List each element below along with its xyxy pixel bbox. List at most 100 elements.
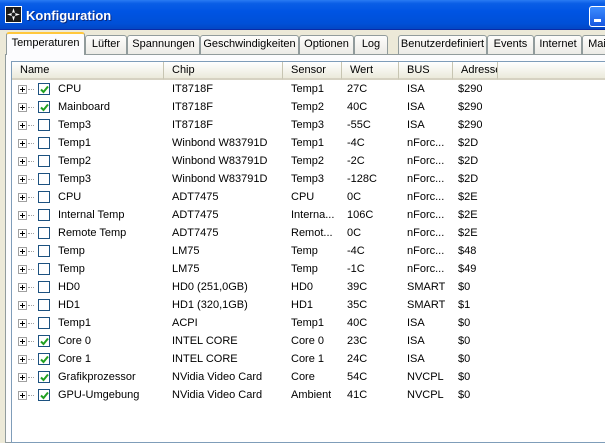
chip-cell: IT8718F bbox=[172, 83, 213, 95]
column-header-name[interactable]: Name bbox=[12, 62, 164, 80]
expand-icon[interactable] bbox=[18, 337, 27, 346]
sensor-checkbox[interactable] bbox=[38, 317, 50, 329]
column-header-bus[interactable]: BUS bbox=[399, 62, 453, 80]
table-row[interactable]: HD1 HD1 (320,1GB) HD1 35C SMART $1 bbox=[12, 296, 605, 314]
table-row[interactable]: Mainboard IT8718F Temp2 40C ISA $290 bbox=[12, 98, 605, 116]
table-row[interactable]: Temp1 ACPI Temp1 40C ISA $0 bbox=[12, 314, 605, 332]
expand-icon[interactable] bbox=[18, 157, 27, 166]
sensor-checkbox[interactable] bbox=[38, 209, 50, 221]
sensor-checkbox[interactable] bbox=[38, 191, 50, 203]
sensor-checkbox[interactable] bbox=[38, 263, 50, 275]
expand-icon[interactable] bbox=[18, 103, 27, 112]
tab-temperaturen[interactable]: Temperaturen bbox=[6, 32, 85, 55]
table-row[interactable]: Temp1 Winbond W83791D Temp1 -4C nForc... $2D bbox=[12, 134, 605, 152]
sensor-checkbox[interactable] bbox=[38, 245, 50, 257]
tree-connector bbox=[28, 143, 34, 144]
column-header-wert[interactable]: Wert bbox=[342, 62, 399, 80]
table-row[interactable]: CPU IT8718F Temp1 27C ISA $290 bbox=[12, 80, 605, 98]
name-cell: Temp3 bbox=[58, 119, 92, 131]
table-row[interactable]: Temp3 Winbond W83791D Temp3 -128C nForc... $2… bbox=[12, 170, 605, 188]
name-cell: Internal Temp bbox=[58, 209, 125, 221]
sensor-checkbox[interactable] bbox=[38, 335, 50, 347]
bus-cell: SMART bbox=[407, 281, 446, 293]
sensor-cell: Temp2 bbox=[291, 155, 325, 167]
sensor-checkbox[interactable] bbox=[38, 389, 50, 401]
address-cell: $0 bbox=[458, 371, 471, 383]
table-row[interactable]: Temp3 IT8718F Temp3 -55C ISA $290 bbox=[12, 116, 605, 134]
sensor-checkbox[interactable] bbox=[38, 371, 50, 383]
expand-icon[interactable] bbox=[18, 283, 27, 292]
expand-icon[interactable] bbox=[18, 139, 27, 148]
column-header-row: Name Chip Sensor Wert BUS Adresse bbox=[12, 62, 605, 80]
sensor-checkbox[interactable] bbox=[38, 137, 50, 149]
table-row[interactable]: Remote Temp ADT7475 Remot... 0C nForc... $2E bbox=[12, 224, 605, 242]
bus-cell: nForc... bbox=[407, 155, 445, 167]
name-cell: Temp1 bbox=[58, 317, 92, 329]
expand-icon[interactable] bbox=[18, 229, 27, 238]
column-header-sensor[interactable]: Sensor bbox=[283, 62, 342, 80]
table-row[interactable]: GPU-Umgebung NVidia Video Card Ambient 41C N… bbox=[12, 386, 605, 404]
sensor-checkbox[interactable] bbox=[38, 353, 50, 365]
bus-cell: nForc... bbox=[407, 209, 445, 221]
table-row[interactable]: HD0 HD0 (251,0GB) HD0 39C SMART $0 bbox=[12, 278, 605, 296]
table-row[interactable]: Internal Temp ADT7475 Interna... 106C nForc.… bbox=[12, 206, 605, 224]
expand-icon[interactable] bbox=[18, 373, 27, 382]
sensor-checkbox[interactable] bbox=[38, 155, 50, 167]
tab-more[interactable]: Mai bbox=[582, 35, 605, 54]
tab-optionen[interactable]: Optionen bbox=[299, 35, 354, 54]
address-cell: $290 bbox=[458, 83, 483, 95]
sensor-checkbox[interactable] bbox=[38, 227, 50, 239]
expand-icon[interactable] bbox=[18, 175, 27, 184]
expand-icon[interactable] bbox=[18, 121, 27, 130]
name-cell: Core 0 bbox=[58, 335, 92, 347]
sensor-cell: Temp bbox=[291, 245, 318, 257]
expand-icon[interactable] bbox=[18, 211, 27, 220]
expand-icon[interactable] bbox=[18, 391, 27, 400]
sensor-checkbox[interactable] bbox=[38, 83, 50, 95]
sensor-checkbox[interactable] bbox=[38, 119, 50, 131]
minimize-button[interactable] bbox=[589, 6, 605, 27]
app-icon bbox=[5, 6, 22, 23]
table-row[interactable]: Grafikprozessor NVidia Video Card Core 54C N… bbox=[12, 368, 605, 386]
sensor-checkbox[interactable] bbox=[38, 173, 50, 185]
sensor-checkbox[interactable] bbox=[38, 281, 50, 293]
table-row[interactable]: Core 1 INTEL CORE Core 1 24C ISA $0 bbox=[12, 350, 605, 368]
table-row[interactable]: CPU ADT7475 CPU 0C nForc... $2E bbox=[12, 188, 605, 206]
tree-connector bbox=[28, 359, 34, 360]
expand-icon[interactable] bbox=[18, 247, 27, 256]
sensor-list[interactable]: Name Chip Sensor Wert BUS Adresse CPU IT8718F T… bbox=[11, 61, 605, 443]
value-cell: 0C bbox=[347, 191, 362, 203]
tree-connector bbox=[28, 269, 34, 270]
name-cell: HD0 bbox=[58, 281, 81, 293]
sensor-checkbox[interactable] bbox=[38, 299, 50, 311]
expand-icon[interactable] bbox=[18, 355, 27, 364]
tab-geschwindigkeiten[interactable]: Geschwindigkeiten bbox=[200, 35, 299, 54]
chip-cell: IT8718F bbox=[172, 101, 213, 113]
sensor-cell: Interna... bbox=[291, 209, 335, 221]
value-cell: 40C bbox=[347, 101, 368, 113]
table-row[interactable]: Temp LM75 Temp -4C nForc... $48 bbox=[12, 242, 605, 260]
expand-icon[interactable] bbox=[18, 85, 27, 94]
expand-icon[interactable] bbox=[18, 193, 27, 202]
title-bar[interactable]: Konfiguration bbox=[0, 0, 605, 30]
column-header-adresse[interactable]: Adresse bbox=[453, 62, 498, 80]
value-cell: -4C bbox=[347, 137, 365, 149]
tab-benutzerdefiniert[interactable]: Benutzerdefiniert bbox=[398, 35, 487, 54]
tab-spannungen[interactable]: Spannungen bbox=[127, 35, 200, 54]
column-header-chip[interactable]: Chip bbox=[164, 62, 283, 80]
tab-internet[interactable]: Internet bbox=[534, 35, 582, 54]
address-cell: $2D bbox=[458, 155, 479, 167]
table-row[interactable]: Temp LM75 Temp -1C nForc... $49 bbox=[12, 260, 605, 278]
sensor-checkbox[interactable] bbox=[38, 101, 50, 113]
expand-icon[interactable] bbox=[18, 301, 27, 310]
expand-icon[interactable] bbox=[18, 319, 27, 328]
sensor-cell: Temp1 bbox=[291, 137, 325, 149]
bus-cell: SMART bbox=[407, 299, 446, 311]
table-row[interactable]: Core 0 INTEL CORE Core 0 23C ISA $0 bbox=[12, 332, 605, 350]
tab-events[interactable]: Events bbox=[487, 35, 534, 54]
window-title: Konfiguration bbox=[26, 8, 112, 23]
tab-luefter[interactable]: Lüfter bbox=[85, 35, 127, 54]
expand-icon[interactable] bbox=[18, 265, 27, 274]
table-row[interactable]: Temp2 Winbond W83791D Temp2 -2C nForc... $2D bbox=[12, 152, 605, 170]
tab-log[interactable]: Log bbox=[354, 35, 388, 54]
